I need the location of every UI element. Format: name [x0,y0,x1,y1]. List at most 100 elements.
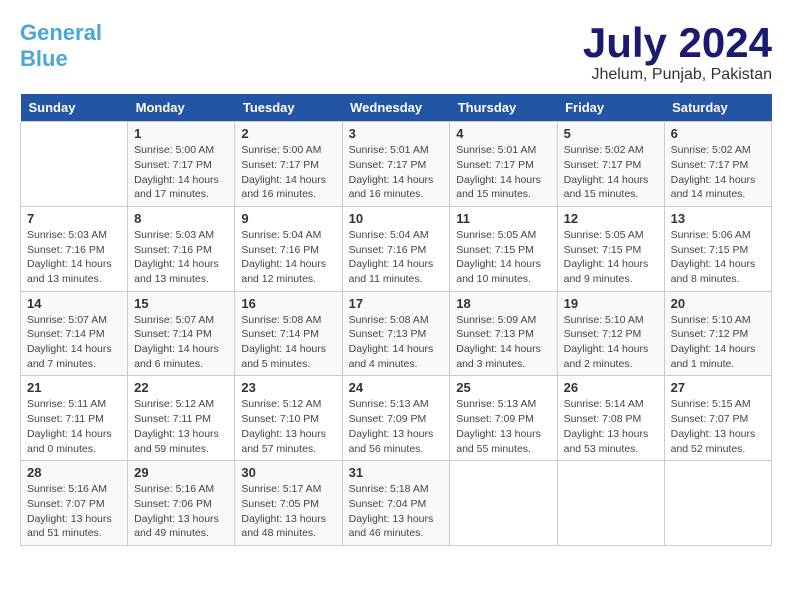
day-info: Sunrise: 5:16 AM Sunset: 7:06 PM Dayligh… [134,482,228,541]
day-number: 12 [564,211,658,226]
day-info: Sunrise: 5:02 AM Sunset: 7:17 PM Dayligh… [671,143,765,202]
day-number: 7 [27,211,121,226]
day-number: 19 [564,296,658,311]
day-number: 23 [241,380,335,395]
logo-blue: Blue [20,46,68,71]
calendar-cell: 20 Sunrise: 5:10 AM Sunset: 7:12 PM Dayli… [664,291,771,376]
day-number: 25 [456,380,550,395]
day-number: 29 [134,465,228,480]
calendar-cell: 25Sunrise: 5:13 AM Sunset: 7:09 PM Dayli… [450,376,557,461]
col-monday: Monday [128,94,235,122]
day-number: 26 [564,380,658,395]
day-number: 5 [564,126,658,141]
calendar-cell: 8 Sunrise: 5:03 AM Sunset: 7:16 PM Daylig… [128,206,235,291]
calendar-table: Sunday Monday Tuesday Wednesday Thursday… [20,94,772,546]
calendar-cell: 16 Sunrise: 5:08 AM Sunset: 7:14 PM Dayli… [235,291,342,376]
calendar-cell: 15 Sunrise: 5:07 AM Sunset: 7:14 PM Dayli… [128,291,235,376]
day-number: 22 [134,380,228,395]
calendar-cell: 4Sunrise: 5:01 AM Sunset: 7:17 PM Daylig… [450,122,557,207]
calendar-cell: 24 Sunrise: 5:13 AM Sunset: 7:09 PM Dayli… [342,376,450,461]
day-number: 13 [671,211,765,226]
day-info: Sunrise: 5:12 AM Sunset: 7:11 PM Dayligh… [134,397,228,456]
calendar-week-row: 1 Sunrise: 5:00 AM Sunset: 7:17 PM Daylig… [21,122,772,207]
day-number: 24 [349,380,444,395]
logo-general: General [20,20,102,45]
calendar-cell: 19 Sunrise: 5:10 AM Sunset: 7:12 PM Dayli… [557,291,664,376]
day-number: 6 [671,126,765,141]
col-sunday: Sunday [21,94,128,122]
calendar-cell: 9Sunrise: 5:04 AM Sunset: 7:16 PM Daylig… [235,206,342,291]
day-number: 15 [134,296,228,311]
col-friday: Friday [557,94,664,122]
calendar-cell: 5 Sunrise: 5:02 AM Sunset: 7:17 PM Daylig… [557,122,664,207]
day-info: Sunrise: 5:05 AM Sunset: 7:15 PM Dayligh… [456,228,550,287]
day-info: Sunrise: 5:08 AM Sunset: 7:14 PM Dayligh… [241,313,335,372]
day-number: 27 [671,380,765,395]
col-tuesday: Tuesday [235,94,342,122]
day-number: 21 [27,380,121,395]
calendar-week-row: 21 Sunrise: 5:11 AM Sunset: 7:11 PM Dayli… [21,376,772,461]
calendar-cell: 17 Sunrise: 5:08 AM Sunset: 7:13 PM Dayli… [342,291,450,376]
calendar-cell: 13 Sunrise: 5:06 AM Sunset: 7:15 PM Dayli… [664,206,771,291]
day-info: Sunrise: 5:02 AM Sunset: 7:17 PM Dayligh… [564,143,658,202]
day-info: Sunrise: 5:04 AM Sunset: 7:16 PM Dayligh… [241,228,335,287]
day-info: Sunrise: 5:01 AM Sunset: 7:17 PM Dayligh… [349,143,444,202]
calendar-cell: 6 Sunrise: 5:02 AM Sunset: 7:17 PM Daylig… [664,122,771,207]
day-number: 17 [349,296,444,311]
day-info: Sunrise: 5:08 AM Sunset: 7:13 PM Dayligh… [349,313,444,372]
day-info: Sunrise: 5:18 AM Sunset: 7:04 PM Dayligh… [349,482,444,541]
day-info: Sunrise: 5:10 AM Sunset: 7:12 PM Dayligh… [671,313,765,372]
calendar-week-row: 7 Sunrise: 5:03 AM Sunset: 7:16 PM Daylig… [21,206,772,291]
day-number: 14 [27,296,121,311]
page-header: General Blue July 2024 Jhelum, Punjab, P… [20,20,772,84]
col-wednesday: Wednesday [342,94,450,122]
day-number: 30 [241,465,335,480]
day-info: Sunrise: 5:14 AM Sunset: 7:08 PM Dayligh… [564,397,658,456]
calendar-cell: 28Sunrise: 5:16 AM Sunset: 7:07 PM Dayli… [21,461,128,546]
day-number: 8 [134,211,228,226]
day-info: Sunrise: 5:04 AM Sunset: 7:16 PM Dayligh… [349,228,444,287]
day-info: Sunrise: 5:13 AM Sunset: 7:09 PM Dayligh… [349,397,444,456]
calendar-cell: 27 Sunrise: 5:15 AM Sunset: 7:07 PM Dayli… [664,376,771,461]
day-number: 16 [241,296,335,311]
day-info: Sunrise: 5:17 AM Sunset: 7:05 PM Dayligh… [241,482,335,541]
logo-text: General Blue [20,20,102,72]
calendar-cell: 7 Sunrise: 5:03 AM Sunset: 7:16 PM Daylig… [21,206,128,291]
calendar-cell: 22 Sunrise: 5:12 AM Sunset: 7:11 PM Dayli… [128,376,235,461]
day-info: Sunrise: 5:06 AM Sunset: 7:15 PM Dayligh… [671,228,765,287]
calendar-cell: 11 Sunrise: 5:05 AM Sunset: 7:15 PM Dayli… [450,206,557,291]
location: Jhelum, Punjab, Pakistan [583,66,772,84]
title-block: July 2024 Jhelum, Punjab, Pakistan [583,20,772,84]
calendar-week-row: 14 Sunrise: 5:07 AM Sunset: 7:14 PM Dayli… [21,291,772,376]
logo: General Blue [20,20,102,72]
day-info: Sunrise: 5:03 AM Sunset: 7:16 PM Dayligh… [27,228,121,287]
day-number: 10 [349,211,444,226]
day-info: Sunrise: 5:00 AM Sunset: 7:17 PM Dayligh… [241,143,335,202]
day-number: 4 [456,126,550,141]
day-number: 18 [456,296,550,311]
calendar-cell [664,461,771,546]
day-info: Sunrise: 5:07 AM Sunset: 7:14 PM Dayligh… [134,313,228,372]
day-info: Sunrise: 5:16 AM Sunset: 7:07 PM Dayligh… [27,482,121,541]
day-info: Sunrise: 5:09 AM Sunset: 7:13 PM Dayligh… [456,313,550,372]
day-info: Sunrise: 5:12 AM Sunset: 7:10 PM Dayligh… [241,397,335,456]
day-number: 20 [671,296,765,311]
day-info: Sunrise: 5:05 AM Sunset: 7:15 PM Dayligh… [564,228,658,287]
day-info: Sunrise: 5:10 AM Sunset: 7:12 PM Dayligh… [564,313,658,372]
calendar-cell: 31Sunrise: 5:18 AM Sunset: 7:04 PM Dayli… [342,461,450,546]
calendar-cell: 30 Sunrise: 5:17 AM Sunset: 7:05 PM Dayli… [235,461,342,546]
day-number: 1 [134,126,228,141]
calendar-cell: 21 Sunrise: 5:11 AM Sunset: 7:11 PM Dayli… [21,376,128,461]
calendar-cell: 18 Sunrise: 5:09 AM Sunset: 7:13 PM Dayli… [450,291,557,376]
calendar-week-row: 28Sunrise: 5:16 AM Sunset: 7:07 PM Dayli… [21,461,772,546]
calendar-cell: 26 Sunrise: 5:14 AM Sunset: 7:08 PM Dayli… [557,376,664,461]
calendar-cell: 14Sunrise: 5:07 AM Sunset: 7:14 PM Dayli… [21,291,128,376]
calendar-cell: 2Sunrise: 5:00 AM Sunset: 7:17 PM Daylig… [235,122,342,207]
day-number: 11 [456,211,550,226]
calendar-cell: 29 Sunrise: 5:16 AM Sunset: 7:06 PM Dayli… [128,461,235,546]
day-info: Sunrise: 5:03 AM Sunset: 7:16 PM Dayligh… [134,228,228,287]
day-info: Sunrise: 5:15 AM Sunset: 7:07 PM Dayligh… [671,397,765,456]
day-info: Sunrise: 5:11 AM Sunset: 7:11 PM Dayligh… [27,397,121,456]
calendar-header-row: Sunday Monday Tuesday Wednesday Thursday… [21,94,772,122]
col-thursday: Thursday [450,94,557,122]
